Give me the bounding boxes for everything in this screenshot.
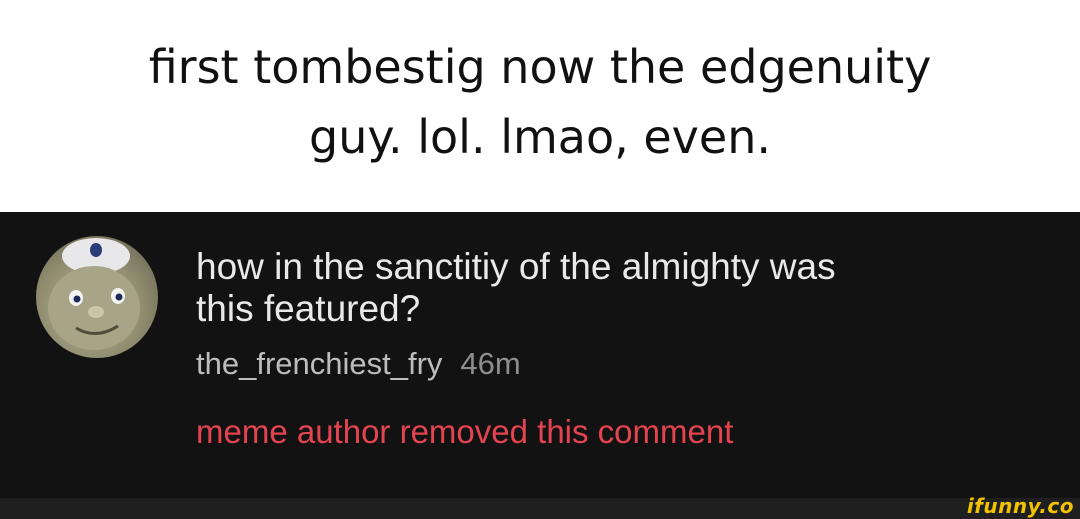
cartoon-character-avatar-icon [48, 238, 140, 350]
comment-panel: how in the sanctitiy of the almighty was… [0, 212, 1080, 498]
comment-text: how in the sanctitiy of the almighty was… [196, 246, 1056, 330]
footer-bar [0, 498, 1080, 519]
avatar[interactable] [36, 236, 158, 358]
comment-text-line-2: this featured? [196, 288, 421, 329]
meme-caption: first tombestig now the edgenuity guy. l… [0, 0, 1080, 212]
comment-username[interactable]: the_frenchiest_fry [196, 346, 442, 381]
removed-comment-notice: meme author removed this comment [196, 413, 734, 450]
comment-meta: the_frenchiest_fry 46m [196, 346, 1056, 382]
caption-line-2: guy. lol. lmao, even. [309, 110, 771, 164]
comment-text-line-1: how in the sanctitiy of the almighty was [196, 246, 836, 287]
comment-body: how in the sanctitiy of the almighty was… [196, 246, 1056, 451]
comment-timestamp: 46m [460, 346, 521, 381]
caption-line-1: first tombestig now the edgenuity [148, 40, 932, 94]
ifunny-watermark-logo: ifunny.co [966, 494, 1074, 518]
caption-text: first tombestig now the edgenuity guy. l… [60, 32, 1020, 172]
